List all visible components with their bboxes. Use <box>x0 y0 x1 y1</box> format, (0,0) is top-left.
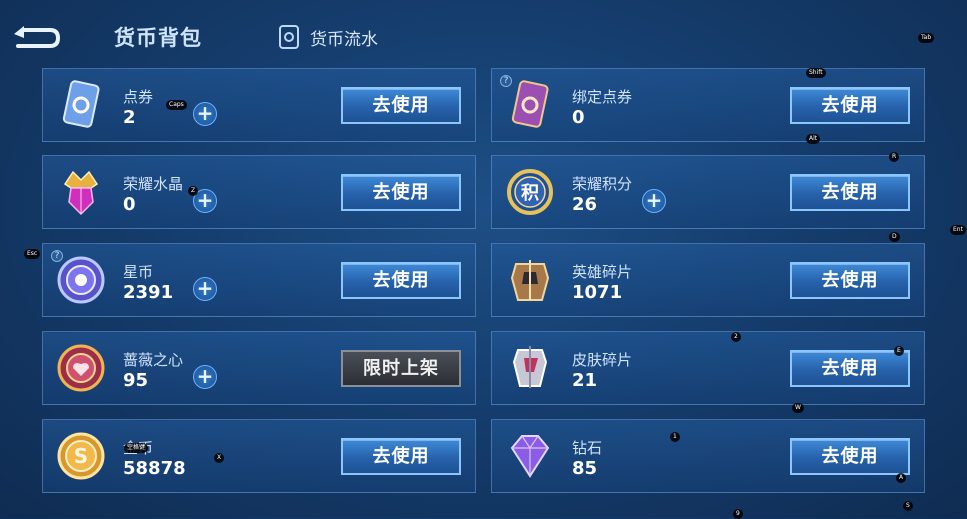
currency-name: 星币 <box>123 263 154 281</box>
currency-card-star-coin: ? 星币 2391 + 去使用 <box>42 243 476 317</box>
svg-text:积: 积 <box>521 183 539 204</box>
add-glory-points-button[interactable]: + <box>642 189 666 213</box>
use-coupon-button[interactable]: 去使用 <box>341 87 461 124</box>
currency-name: 英雄碎片 <box>572 263 633 281</box>
key-hint: 1 <box>670 432 680 442</box>
currency-flow-label: 货币流水 <box>310 29 378 50</box>
currency-value: 58878 <box>123 458 186 479</box>
key-hint: Shift <box>806 68 826 78</box>
key-hint: D <box>889 232 900 242</box>
currency-card-hero-fragment: 英雄碎片 1071 去使用 <box>491 243 925 317</box>
key-hint: Caps <box>166 100 187 110</box>
add-star-coin-button[interactable]: + <box>193 277 217 301</box>
currency-name: 皮肤碎片 <box>572 351 633 369</box>
use-glory-crystal-button[interactable]: 去使用 <box>341 174 461 211</box>
key-hint: Esc <box>24 249 41 259</box>
currency-flow-icon <box>278 24 300 50</box>
currency-value: 95 <box>123 370 149 391</box>
use-bound-coupon-button[interactable]: 去使用 <box>790 87 910 124</box>
currency-card-coupon: 点券 2 + 去使用 <box>42 68 476 142</box>
use-skin-fragment-button[interactable]: 去使用 <box>790 350 910 387</box>
currency-name: 绑定点券 <box>572 88 633 106</box>
key-hint: Ent <box>950 225 966 235</box>
rose-heart-icon <box>55 342 107 394</box>
glory-points-icon: 积 <box>504 166 556 218</box>
diamond-icon <box>504 430 556 482</box>
tab-currency-backpack[interactable]: 货币背包 <box>114 22 202 52</box>
currency-card-glory-crystal: 荣耀水晶 0 + 去使用 <box>42 155 476 229</box>
coupon-card-icon <box>55 79 107 131</box>
currency-value: 0 <box>123 194 136 215</box>
svg-text:S: S <box>74 444 88 468</box>
use-gold-coin-button[interactable]: 去使用 <box>341 438 461 475</box>
currency-card-diamond: 钻石 85 去使用 <box>491 419 925 493</box>
use-hero-fragment-button[interactable]: 去使用 <box>790 262 910 299</box>
currency-card-bound-coupon: ? 绑定点券 0 去使用 <box>491 68 925 142</box>
currency-name: 荣耀积分 <box>572 175 633 193</box>
currency-name: 钻石 <box>572 439 603 457</box>
key-hint: W <box>792 403 804 413</box>
currency-card-gold-coin: S 金币 58878 去使用 <box>42 419 476 493</box>
currency-name: 点券 <box>123 88 154 106</box>
use-star-coin-button[interactable]: 去使用 <box>341 262 461 299</box>
key-hint: 空格键 <box>124 443 149 453</box>
add-coupon-button[interactable]: + <box>193 102 217 126</box>
bound-coupon-card-icon <box>504 79 556 131</box>
currency-name: 蔷薇之心 <box>123 351 184 369</box>
currency-value: 26 <box>572 194 598 215</box>
limited-time-badge: 限时上架 <box>341 350 461 387</box>
currency-card-skin-fragment: 皮肤碎片 21 去使用 <box>491 331 925 405</box>
currency-value: 85 <box>572 458 598 479</box>
glory-crystal-icon <box>55 166 107 218</box>
currency-value: 1071 <box>572 282 623 303</box>
key-hint: Alt <box>806 134 821 144</box>
top-bar: 货币背包 货币流水 <box>0 0 967 62</box>
hero-fragment-icon <box>504 254 556 306</box>
star-coin-icon <box>55 254 107 306</box>
tab-currency-flow[interactable]: 货币流水 <box>278 24 378 50</box>
currency-value: 2391 <box>123 282 174 303</box>
skin-fragment-icon <box>504 342 556 394</box>
currency-value: 2 <box>123 107 136 128</box>
use-glory-points-button[interactable]: 去使用 <box>790 174 910 211</box>
key-hint: 2 <box>731 332 741 342</box>
key-hint: E <box>894 346 904 356</box>
currency-value: 21 <box>572 370 598 391</box>
back-arrow-icon[interactable] <box>10 24 62 52</box>
currency-name: 荣耀水晶 <box>123 175 184 193</box>
currency-value: 0 <box>572 107 585 128</box>
use-diamond-button[interactable]: 去使用 <box>790 438 910 475</box>
currency-card-rose-heart: 蔷薇之心 95 + 限时上架 <box>42 331 476 405</box>
gold-coin-icon: S <box>55 430 107 482</box>
add-rose-heart-button[interactable]: + <box>193 365 217 389</box>
key-hint: Tab <box>918 33 935 43</box>
currency-card-glory-points: 积 荣耀积分 26 + 去使用 <box>491 155 925 229</box>
key-hint: S <box>903 501 913 511</box>
